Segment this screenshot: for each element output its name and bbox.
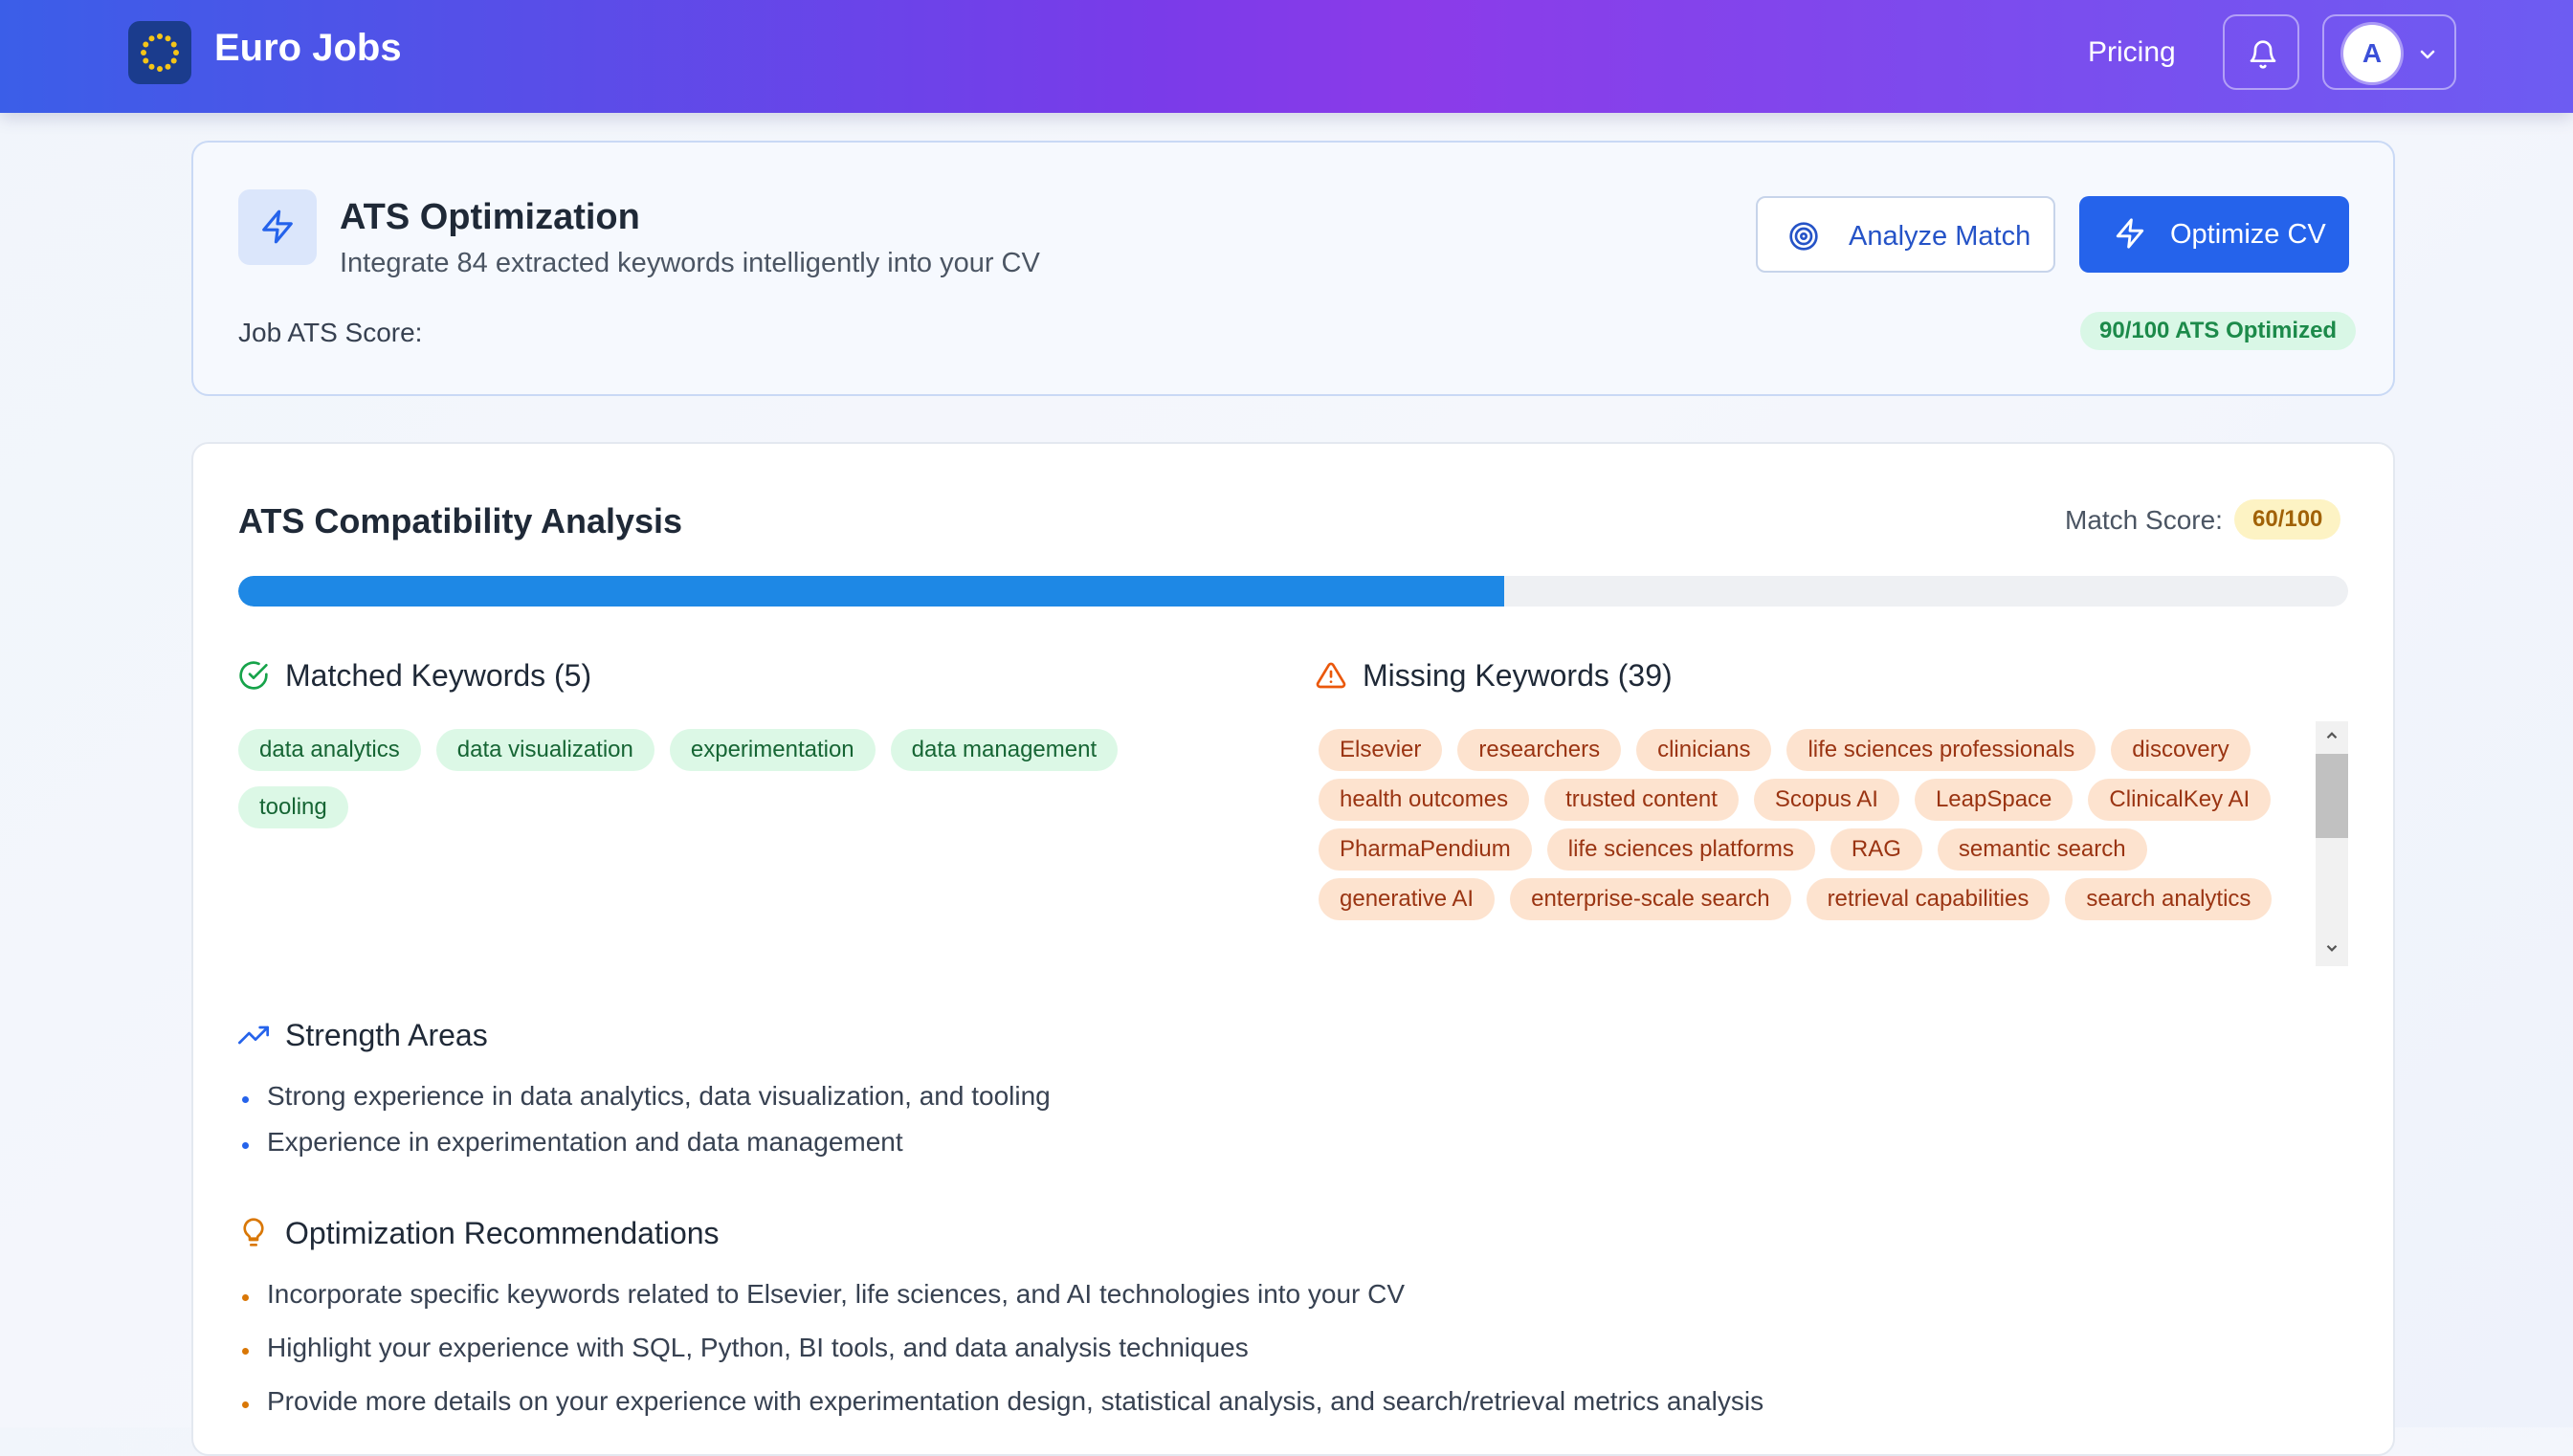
missing-keyword-tag: researchers: [1457, 729, 1622, 771]
target-icon: [1789, 222, 1818, 251]
strength-areas-heading: Strength Areas: [285, 1018, 488, 1052]
optimize-cv-label: Optimize CV: [2170, 219, 2326, 250]
warning-triangle-icon: [1316, 662, 1346, 689]
check-circle-icon: [239, 661, 268, 690]
ats-score-badge: 90/100 ATS Optimized: [2080, 312, 2357, 350]
nav-link-pricing[interactable]: Pricing: [2088, 36, 2176, 69]
scroll-down-icon[interactable]: [2323, 939, 2340, 957]
missing-keyword-tag: trusted content: [1544, 779, 1739, 821]
matched-keyword-tag: tooling: [238, 786, 348, 828]
recommendations-heading: Optimization Recommendations: [285, 1216, 720, 1250]
scroll-up-icon[interactable]: [2323, 727, 2340, 744]
matched-keywords-list: data analytics data visualization experime…: [238, 729, 1224, 828]
list-item-text: Strong experience in data analytics, dat…: [267, 1081, 1051, 1111]
match-progress-bar: [238, 576, 2348, 607]
analyze-match-button[interactable]: Analyze Match: [1756, 196, 2055, 273]
eu-flag-logo-icon[interactable]: [128, 21, 191, 84]
missing-keywords-scrollbar[interactable]: [2316, 721, 2348, 966]
ats-optimization-card: ATS Optimization Integrate 84 extracted …: [191, 141, 2395, 396]
ats-optimization-title: ATS Optimization: [340, 197, 640, 237]
missing-keyword-tag: semantic search: [1937, 828, 2147, 871]
brand-name[interactable]: Euro Jobs: [214, 27, 402, 70]
ats-compatibility-card: ATS Compatibility Analysis Match Score: …: [191, 442, 2395, 1456]
match-progress-fill: [238, 576, 1504, 607]
bullet-dot: [242, 1142, 249, 1149]
list-item-text: Highlight your experience with SQL, Pyth…: [267, 1333, 1249, 1362]
missing-keywords-scroll-area[interactable]: Elsevier researchers clinicians life scienc…: [1316, 721, 2351, 928]
matched-keyword-tag: data analytics: [238, 729, 421, 771]
optimize-cv-button[interactable]: Optimize CV: [2079, 196, 2349, 273]
list-item-text: Incorporate specific keywords related to…: [267, 1279, 1406, 1309]
missing-keyword-tag: Elsevier: [1319, 729, 1443, 771]
matched-keyword-tag: experimentation: [669, 729, 876, 771]
list-item: Incorporate specific keywords related to…: [238, 1279, 1763, 1333]
missing-keywords-list: Elsevier researchers clinicians life scienc…: [1319, 729, 2285, 928]
chevron-down-icon: [2420, 50, 2435, 59]
missing-keyword-tag: health outcomes: [1319, 779, 1530, 821]
job-ats-score-label: Job ATS Score:: [238, 318, 423, 347]
scrollbar-thumb[interactable]: [2316, 754, 2348, 838]
analyze-match-label: Analyze Match: [1849, 221, 2031, 252]
analysis-title: ATS Compatibility Analysis: [238, 501, 683, 540]
list-item: Provide more details on your experience …: [238, 1386, 1763, 1440]
missing-keyword-tag: Scopus AI: [1753, 779, 1899, 821]
matched-keyword-tag: data visualization: [435, 729, 654, 771]
missing-keyword-tag: generative AI: [1319, 878, 1496, 920]
strength-areas-list: Strong experience in data analytics, dat…: [238, 1081, 1051, 1173]
missing-keyword-tag: search analytics: [2065, 878, 2273, 920]
recommendations-list: Incorporate specific keywords related to…: [238, 1279, 1763, 1440]
missing-keyword-tag: retrieval capabilities: [1806, 878, 2051, 920]
missing-keyword-tag: RAG: [1830, 828, 1922, 871]
user-menu-button[interactable]: A: [2322, 14, 2456, 90]
top-nav: Euro Jobs Pricing A: [0, 0, 2573, 113]
ats-optimization-subtitle: Integrate 84 extracted keywords intellig…: [340, 248, 1040, 278]
list-item: Highlight your experience with SQL, Pyth…: [238, 1333, 1763, 1386]
matched-keyword-tag: data management: [890, 729, 1119, 771]
match-score-label: Match Score:: [2065, 505, 2223, 535]
bullet-dot: [242, 1294, 249, 1301]
missing-keyword-tag: life sciences professionals: [1786, 729, 2096, 771]
matched-keywords-heading: Matched Keywords (5): [285, 658, 592, 693]
notifications-button[interactable]: [2223, 14, 2299, 90]
missing-keyword-tag: clinicians: [1636, 729, 1772, 771]
lightbulb-icon: [243, 1218, 264, 1246]
missing-keywords-heading: Missing Keywords (39): [1363, 658, 1673, 693]
list-item-text: Experience in experimentation and data m…: [267, 1127, 903, 1157]
list-item-text: Provide more details on your experience …: [267, 1386, 1764, 1416]
bolt-icon-box: [238, 189, 317, 265]
trending-up-icon: [238, 1026, 269, 1045]
missing-keyword-tag: ClinicalKey AI: [2088, 779, 2272, 821]
missing-keyword-tag: enterprise-scale search: [1510, 878, 1791, 920]
list-item: Strong experience in data analytics, dat…: [238, 1081, 1051, 1127]
list-item: Experience in experimentation and data m…: [238, 1127, 1051, 1173]
match-score-badge: 60/100: [2234, 499, 2341, 540]
missing-keyword-tag: PharmaPendium: [1319, 828, 1532, 871]
bolt-icon: [2116, 218, 2144, 249]
bullet-dot: [242, 1401, 249, 1408]
avatar: A: [2343, 25, 2401, 82]
missing-keyword-tag: LeapSpace: [1914, 779, 2074, 821]
bolt-icon: [262, 210, 293, 244]
bullet-dot: [242, 1348, 249, 1355]
bell-icon: [2250, 40, 2276, 69]
bullet-dot: [242, 1096, 249, 1103]
missing-keyword-tag: life sciences platforms: [1546, 828, 1815, 871]
missing-keyword-tag: discovery: [2111, 729, 2251, 771]
